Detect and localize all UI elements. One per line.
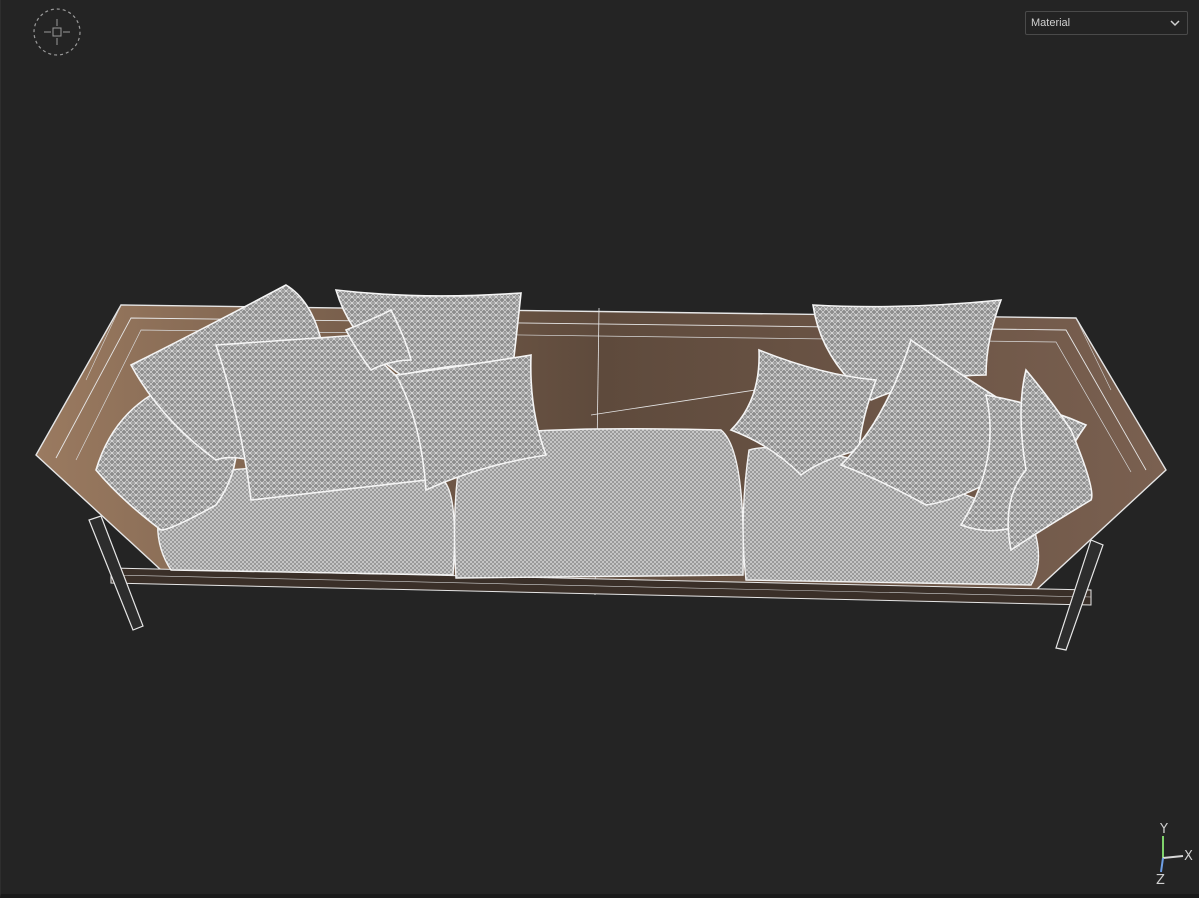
3d-viewport[interactable]: Material Y X Z [0, 0, 1199, 898]
sofa-wireframe-model[interactable] [1, 0, 1199, 898]
axis-z-label: Z [1156, 873, 1165, 888]
navigation-gizmo-icon[interactable] [32, 7, 82, 57]
shading-mode-dropdown[interactable]: Material [1025, 11, 1188, 35]
axis-y-label: Y [1160, 822, 1168, 837]
shading-mode-value: Material [1031, 17, 1071, 29]
axis-orientation-gizmo: Y X Z [1151, 820, 1196, 890]
chevron-down-icon [1170, 20, 1180, 27]
axis-x-label: X [1184, 849, 1193, 864]
